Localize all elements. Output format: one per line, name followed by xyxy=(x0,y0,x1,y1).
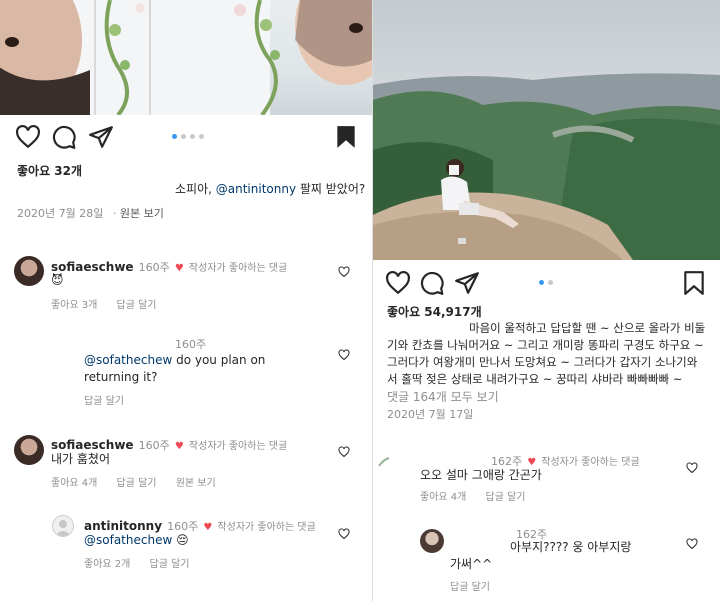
action-bar xyxy=(0,120,372,154)
reply-button[interactable]: 답글 달기 xyxy=(117,478,157,489)
comment-reply: antinitonny 160주 ♥ 작성자가 좋아하는 댓글 @sofathe… xyxy=(0,510,372,580)
comment: sofiaeschwe 160주 ♥ 작성자가 좋아하는 댓글 😈 좋아요 3개… xyxy=(0,250,372,315)
carousel-dot xyxy=(190,134,195,139)
comment-likes[interactable]: 좋아요 4개 xyxy=(420,492,466,503)
likes-count[interactable]: 좋아요 54,917개 xyxy=(387,303,482,320)
bookmark-icon[interactable] xyxy=(333,124,359,150)
carousel-dot xyxy=(539,280,544,285)
creator-liked-label: 작성자가 좋아하는 댓글 xyxy=(217,522,316,533)
avatar[interactable] xyxy=(420,529,444,553)
reply-button[interactable]: 답글 달기 xyxy=(117,300,157,311)
carousel-dot xyxy=(548,280,553,285)
heart-icon[interactable] xyxy=(338,349,350,361)
comment-text: 가써^^ xyxy=(450,557,493,571)
post-photo[interactable] xyxy=(373,0,720,260)
view-original-link[interactable]: 원본 보기 xyxy=(120,207,164,220)
avatar[interactable] xyxy=(14,435,44,465)
creator-liked-label: 작성자가 좋아하는 댓글 xyxy=(541,457,640,468)
comment-age: 160주 xyxy=(175,338,207,351)
heart-icon[interactable] xyxy=(686,462,698,474)
comment-likes[interactable]: 좋아요 4개 xyxy=(51,478,97,489)
carousel-indicator xyxy=(172,134,204,139)
comment: sofiaeschwe 160주 ♥ 작성자가 좋아하는 댓글 내가 훔쳤어 좋… xyxy=(0,430,372,495)
comment-actions: 좋아요 3개 답글 달기 xyxy=(51,296,173,311)
reply-button[interactable]: 답글 달기 xyxy=(150,559,190,570)
comment-actions: 좋아요 2개 답글 달기 xyxy=(84,555,206,570)
share-icon[interactable] xyxy=(88,124,114,150)
action-bar xyxy=(373,266,720,300)
left-post: 좋아요 32개 소피아, @antinitonny 팔찌 받았어? 2020년 … xyxy=(0,0,372,601)
comment-actions: 답글 달기 xyxy=(84,392,140,407)
bookmark-icon[interactable] xyxy=(681,270,707,296)
caption-line: 마음이 울적하고 답답할 땐 ~ 산으로 올라가 비둘 xyxy=(469,321,706,335)
comment-actions: 좋아요 4개 답글 달기 xyxy=(420,488,542,503)
comment-mention[interactable]: @sofathechew xyxy=(84,533,172,547)
comment-text: 😈 xyxy=(51,273,64,287)
comment-actions: 좋아요 4개 답글 달기 원본 보기 xyxy=(51,474,232,489)
post-caption: 소피아, @antinitonny 팔찌 받았어? xyxy=(175,180,365,198)
reply-button[interactable]: 답글 달기 xyxy=(84,396,124,407)
comment-text: 오오 설마 그애랑 간곤가 xyxy=(420,468,542,482)
heart-icon[interactable] xyxy=(338,446,350,458)
comment-reply: 162주 아부지???? 웅 아부지랑 가써^^ 답글 달기 xyxy=(373,526,720,596)
comment-username[interactable]: antinitonny xyxy=(84,519,162,533)
comment-age: 160주 xyxy=(138,439,170,452)
caption-line: 서 홀딱 젖은 상태로 내려가구요 ~ 꿍따리 샤바라 빠빠빠빠 ~ xyxy=(387,372,683,386)
comment: 162주 ♥ 작성자가 좋아하는 댓글 오오 설마 그애랑 간곤가 좋아요 4개… xyxy=(373,450,720,505)
post-date: 2020년 7월 17일 xyxy=(387,408,474,421)
carousel-dot xyxy=(172,134,177,139)
view-all-comments-link[interactable]: 댓글 164개 모두 보기 xyxy=(387,388,499,405)
likes-count[interactable]: 좋아요 32개 xyxy=(17,162,82,179)
carousel-dot xyxy=(199,134,204,139)
comment-reply: 160주 @sofathechew do you plan on returni… xyxy=(0,336,372,411)
caption-mention[interactable]: @antinitonny xyxy=(216,182,296,196)
comment-body: 😔 xyxy=(172,533,189,547)
post-photo[interactable] xyxy=(0,0,372,115)
comment-username[interactable]: sofiaeschwe xyxy=(51,438,134,452)
heart-icon[interactable] xyxy=(686,538,698,550)
caption-line: 기와 칸쵸를 나눠머거요 ~ 그리고 개미랑 똥파리 구경도 하구요 ~ xyxy=(387,338,704,352)
comment-icon[interactable] xyxy=(51,124,77,150)
post-caption: 마음이 울적하고 답답할 땐 ~ 산으로 올라가 비둘 기와 칸쵸를 나눠머거요… xyxy=(387,320,717,388)
comment-text: @sofathechew 😔 xyxy=(84,532,189,549)
post-meta: 2020년 7월 28일 · 원본 보기 xyxy=(17,207,164,220)
avatar[interactable] xyxy=(52,515,74,537)
heart-icon[interactable] xyxy=(15,124,41,150)
comment-text: 아부지???? 웅 아부지랑 xyxy=(510,540,632,554)
comment-icon[interactable] xyxy=(419,270,445,296)
creator-liked-label: 작성자가 좋아하는 댓글 xyxy=(188,263,288,274)
heart-icon[interactable] xyxy=(385,270,411,296)
avatar[interactable] xyxy=(377,456,391,470)
right-post: 좋아요 54,917개 마음이 울적하고 답답할 땐 ~ 산으로 올라가 비둘 … xyxy=(373,0,720,601)
avatar[interactable] xyxy=(14,256,44,286)
comment-likes[interactable]: 좋아요 3개 xyxy=(51,300,97,311)
caption-line: 그러다가 여왕개미 만나서 도망쳐요 ~ 그러다가 갑자기 소나기와 xyxy=(387,355,698,369)
view-original-link[interactable]: 원본 보기 xyxy=(176,478,216,489)
heart-icon: ♥ xyxy=(174,263,184,274)
reply-button[interactable]: 답글 달기 xyxy=(486,492,526,503)
comment-header: sofiaeschwe 160주 ♥ 작성자가 좋아하는 댓글 xyxy=(51,256,287,275)
creator-liked-label: 작성자가 좋아하는 댓글 xyxy=(188,441,288,452)
reply-button[interactable]: 답글 달기 xyxy=(450,582,490,593)
comment-text: 내가 훔쳤어 xyxy=(51,452,111,466)
carousel-indicator xyxy=(539,280,553,285)
caption-text: 소피아, xyxy=(175,182,216,196)
share-icon[interactable] xyxy=(454,270,480,296)
carousel-dot xyxy=(181,134,186,139)
comment-age: 160주 xyxy=(138,261,170,274)
comment-likes[interactable]: 좋아요 2개 xyxy=(84,559,130,570)
heart-icon: ♥ xyxy=(203,522,213,533)
comment-mention[interactable]: @sofathechew xyxy=(84,353,172,367)
comment-actions: 답글 달기 xyxy=(450,578,506,593)
heart-icon[interactable] xyxy=(338,266,350,278)
comment-text: @sofathechew do you plan on returning it… xyxy=(84,352,304,386)
post-date: 2020년 7월 28일 xyxy=(17,207,104,220)
heart-icon: ♥ xyxy=(174,441,184,452)
caption-text-end: 팔찌 받았어? xyxy=(296,182,366,196)
heart-icon[interactable] xyxy=(338,528,350,540)
